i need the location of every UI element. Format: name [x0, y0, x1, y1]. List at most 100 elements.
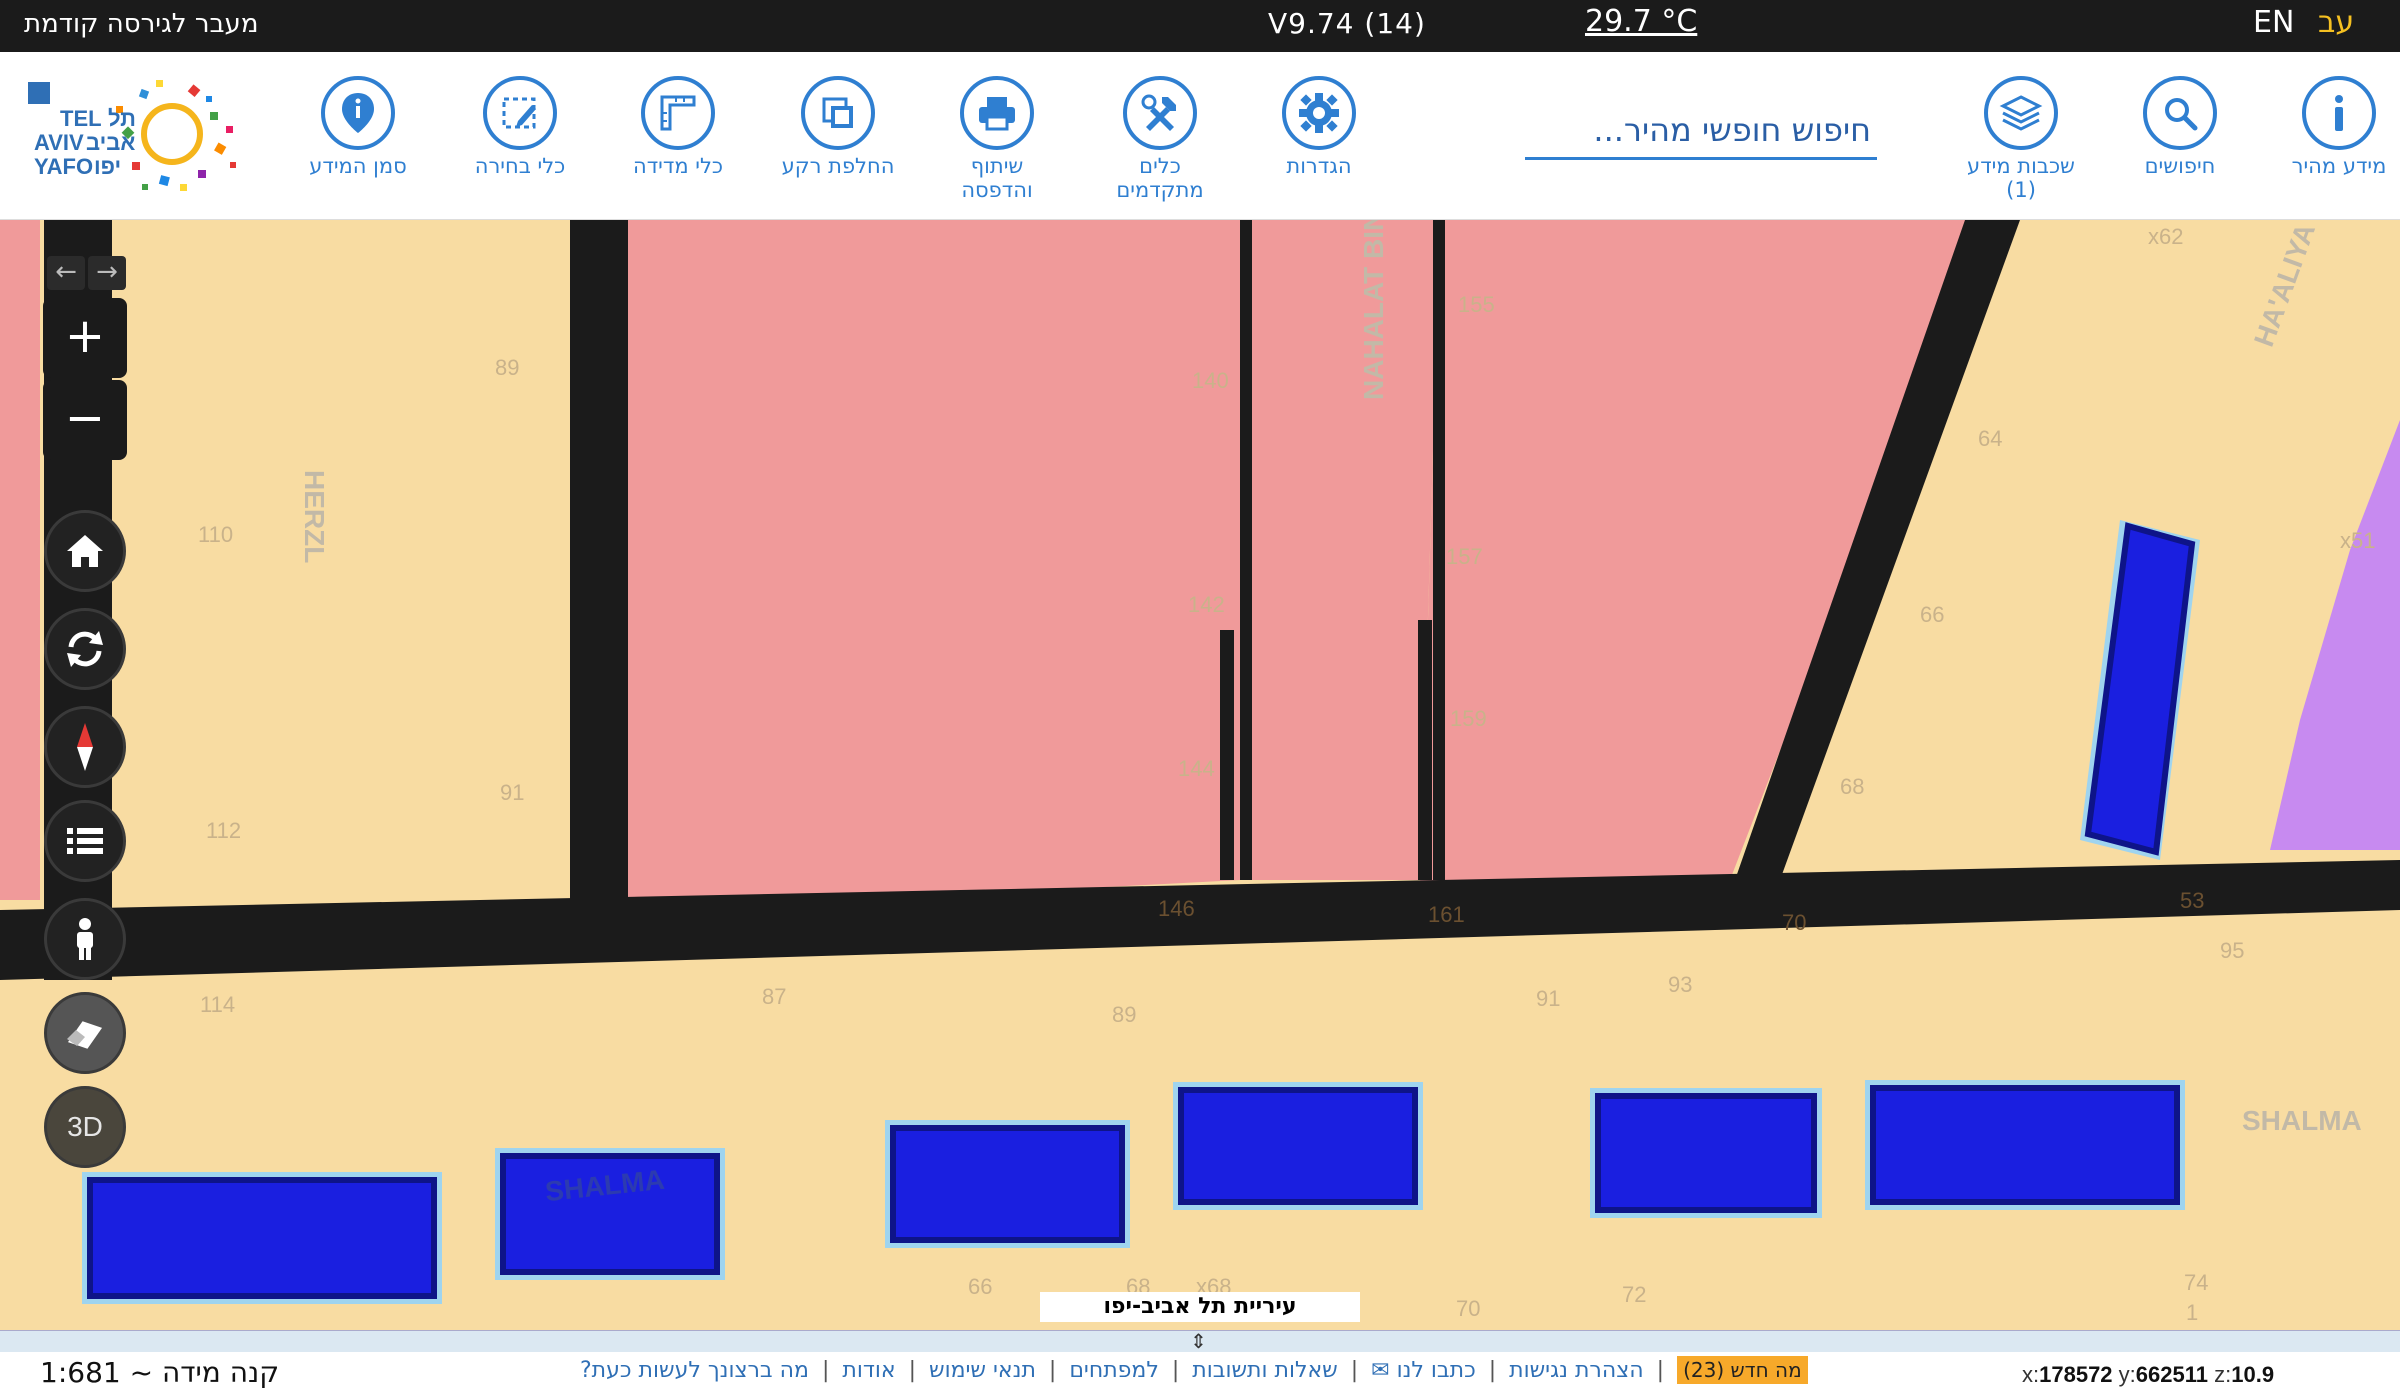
about-link[interactable]: אודות [842, 1358, 895, 1383]
refresh-button[interactable] [44, 608, 126, 690]
parcel-number: 53 [2180, 888, 2205, 913]
developers-link[interactable]: למפתחים [1069, 1358, 1159, 1383]
eraser-icon [67, 1021, 103, 1049]
tool-label: סמן המידע [309, 154, 407, 178]
terms-link[interactable]: תנאי שימוש [929, 1358, 1036, 1383]
coord-y: 662511 [2135, 1362, 2208, 1387]
parcel-number: 93 [1668, 972, 1693, 997]
quick-search-input[interactable] [1525, 102, 1877, 157]
map-pin-icon [342, 93, 374, 133]
layers-count: (1) [2006, 178, 2036, 202]
tool-label: כלי מדידה [632, 154, 724, 178]
tool-advanced[interactable]: כלים מתקדמים [1085, 76, 1235, 202]
list-icon [67, 828, 103, 854]
tool-label: שכבות מידע [1967, 154, 2075, 178]
language-english-button[interactable]: EN [2253, 5, 2294, 40]
tool-selection[interactable]: כלי בחירה [445, 76, 595, 178]
background-swap-icon [822, 97, 853, 128]
parcel-number: 89 [495, 355, 520, 380]
commercial-parcels [0, 220, 1985, 910]
parcel-number: 1 [2186, 1300, 2199, 1325]
compass-icon [77, 723, 93, 771]
language-hebrew-button[interactable]: עב [2318, 5, 2354, 40]
tool-label: כלי בחירה [474, 154, 566, 178]
tool-settings[interactable]: הגדרות [1244, 76, 1394, 178]
tool-measure[interactable]: כלי מדידה [603, 76, 753, 178]
city-caption: עיריית תל אביב-יפו [1040, 1292, 1360, 1322]
parcel-number: x51 [2340, 528, 2376, 553]
previous-version-link[interactable]: מעבר לגירסה קודמת [24, 9, 258, 39]
mail-icon: ✉ [1371, 1358, 1397, 1383]
footer-links: מה חדש (23) | הצהרת נגישות | כתבו לנו ✉ … [580, 1356, 1808, 1384]
whats-new-count: (23) [1683, 1358, 1725, 1382]
parcel-number: 140 [1192, 368, 1229, 393]
tool-info-marker[interactable]: סמן המידע [283, 76, 433, 178]
printer-icon [979, 97, 1015, 131]
zoom-out-button[interactable]: − [43, 380, 127, 460]
compass-button[interactable] [44, 706, 126, 788]
parcel-number: 146 [1158, 896, 1195, 921]
parcel-number: 112 [206, 818, 242, 843]
street-label: NAHALAT BINY [1358, 220, 1389, 400]
map-scale: קנה מידה ~ 1:681 [40, 1356, 280, 1389]
history-forward-button[interactable]: → [88, 256, 126, 290]
what-to-do-link[interactable]: מה ברצונך לעשות כעת? [580, 1358, 809, 1383]
resize-grip-icon: ⇕ [1190, 1329, 1207, 1353]
tool-background-switch[interactable]: החלפת רקע [763, 76, 913, 178]
gear-icon [1299, 93, 1339, 133]
parcel-number: x62 [2148, 224, 2184, 249]
parcel-number: 87 [762, 984, 787, 1009]
accessibility-link[interactable]: הצהרת נגישות [1509, 1358, 1644, 1383]
tool-quick-info[interactable]: מידע מהיר [2264, 76, 2400, 178]
coord-z: 10.9 [2231, 1362, 2275, 1387]
legend-list-button[interactable] [44, 800, 126, 882]
parcel-number: 70 [1456, 1296, 1481, 1321]
parcel-number: 68 [1840, 774, 1865, 799]
3d-view-button[interactable]: 3D [44, 1086, 126, 1168]
refresh-icon [67, 631, 103, 667]
coordinate-readout: x:178572 y:662511 z:10.9 [2022, 1362, 2275, 1387]
version-label: V9.74 (14) [1268, 7, 1426, 40]
home-button[interactable] [44, 510, 126, 592]
logo-he-tel: תל [108, 106, 136, 131]
public-parcel [2270, 420, 2400, 850]
magnifier-icon [2165, 98, 2198, 131]
pegman-icon [77, 918, 93, 960]
logo-he-yafo: יפו [94, 154, 121, 179]
parcel-number: 144 [1178, 756, 1215, 781]
logo-aviv: AVIV [34, 130, 84, 155]
parcel-number: 72 [1622, 1282, 1647, 1307]
temperature-readout[interactable]: 29.7 °C [1585, 4, 1697, 39]
main-toolbar: TEL תל AVIV אביב YAFO יפו סמן המידע כלי … [0, 52, 2400, 220]
tel-aviv-logo[interactable]: TEL תל AVIV אביב YAFO יפו [20, 72, 250, 198]
city-emblem-icon [28, 82, 50, 104]
ruler-icon [660, 95, 696, 131]
parcel-number: 110 [198, 522, 234, 547]
parcel-number: 64 [1978, 426, 2003, 451]
parcel-number: 161 [1428, 902, 1465, 927]
parcel-number: 142 [1188, 592, 1225, 617]
street-view-button[interactable] [44, 898, 126, 980]
tool-label: הגדרות [1286, 154, 1352, 178]
whats-new-badge[interactable]: מה חדש (23) [1677, 1356, 1808, 1384]
history-back-button[interactable]: ← [47, 256, 85, 290]
parcel-number: 66 [1920, 602, 1945, 627]
contact-link[interactable]: כתבו לנו [1397, 1358, 1476, 1383]
eraser-button[interactable] [44, 992, 126, 1074]
parcel-number: 74 [2184, 1270, 2209, 1295]
tool-info-layers[interactable]: שכבות מידע (1) [1946, 76, 2096, 202]
tool-searches[interactable]: חיפושים [2105, 76, 2255, 178]
tool-share-print[interactable]: שיתוף והדפסה [922, 76, 1072, 202]
layers-icon [1999, 95, 2043, 131]
map-canvas[interactable]: HERZL NAHALAT BINY HA'ALIYA SHALMA SHALM… [0, 220, 2400, 1330]
parcel-number: 95 [2220, 938, 2245, 963]
zoom-in-button[interactable]: + [43, 298, 127, 378]
panel-splitter[interactable]: ⇕ [0, 1329, 2400, 1353]
tool-label: החלפת רקע [781, 154, 895, 178]
street-label: SHALMA [2242, 1105, 2362, 1136]
tool-label: מידע מהיר [2291, 154, 2387, 178]
faq-link[interactable]: שאלות ותשובות [1192, 1358, 1337, 1383]
parcel-number: 159 [1450, 706, 1487, 731]
logo-he-aviv: אביב [86, 130, 135, 155]
parcel-number: 91 [500, 780, 525, 805]
